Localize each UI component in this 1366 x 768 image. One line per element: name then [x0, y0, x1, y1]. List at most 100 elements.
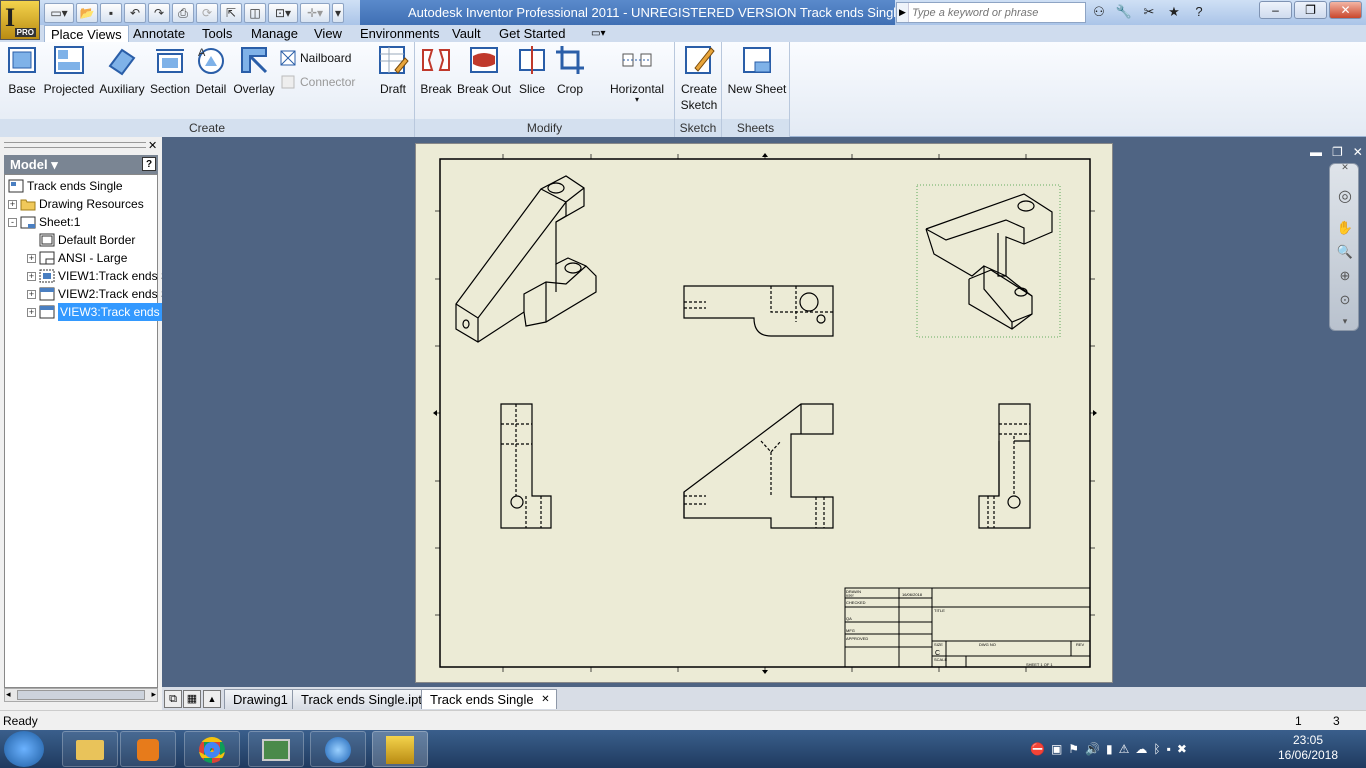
iso-view-3[interactable] [925, 193, 1053, 330]
browser-horizontal-scrollbar[interactable]: ◂ ▸ [4, 688, 158, 702]
tab-environments[interactable]: Environments [354, 25, 445, 42]
close-icon[interactable]: ✕ [1329, 1, 1362, 19]
create-sketch-button[interactable]: Create Sketch [677, 44, 721, 113]
panel-sketch-label[interactable]: Sketch [675, 119, 721, 137]
expand-icon[interactable]: + [27, 253, 36, 263]
tree-node-sheet[interactable]: - Sheet:1 [8, 213, 80, 231]
browser-close-icon[interactable]: ✕ [148, 139, 157, 152]
print-icon[interactable]: ⎙ [172, 2, 194, 23]
title-block[interactable] [844, 587, 1091, 668]
help-icon[interactable]: ? [1188, 2, 1210, 22]
view3-selection-box[interactable] [916, 184, 1061, 338]
subscription-icon[interactable]: 🔧 [1113, 2, 1135, 22]
help-search-box[interactable]: ▶ [896, 2, 1086, 23]
tab-tools[interactable]: Tools [196, 25, 238, 42]
search-expand-icon[interactable]: ▶ [897, 3, 909, 22]
collapse-icon[interactable]: - [8, 217, 17, 227]
browser-grip[interactable] [4, 142, 146, 148]
draft-view-button[interactable]: Draft [374, 44, 412, 97]
undo-icon[interactable]: ↶ [124, 2, 146, 23]
zoom-window-icon[interactable]: ⊕ [1334, 268, 1356, 288]
tray-signal-icon[interactable]: ▮ [1106, 742, 1113, 756]
doc-tab-drawing1[interactable]: Drawing1 [224, 689, 297, 709]
favorites-star-icon[interactable]: ★ [1163, 2, 1185, 22]
tree-node-root[interactable]: Track ends Single [8, 177, 123, 195]
chrome-taskbar-icon[interactable] [184, 731, 240, 767]
tile-windows-icon[interactable]: ⧉ [164, 690, 182, 708]
new-file-icon[interactable]: ▭▾ [44, 2, 74, 23]
doc-tab-track-ends-drawing[interactable]: Track ends Single ✕ [421, 689, 557, 709]
project-icon[interactable]: ◫ [244, 2, 266, 23]
tree-node-title-block[interactable]: + ANSI - Large [27, 249, 127, 267]
tray-network-icon[interactable]: ⚠ [1119, 742, 1130, 756]
doc-minimize-icon[interactable]: ▬ [1310, 145, 1322, 159]
navbar-close-icon[interactable]: ✕ [1334, 162, 1356, 182]
panel-modify-label[interactable]: Modify [415, 119, 674, 137]
auxiliary-view-button[interactable]: Auxiliary [98, 44, 146, 97]
panel-sheets-label[interactable]: Sheets [722, 119, 789, 137]
horizontal-dropdown-icon[interactable]: ▾ [604, 96, 670, 104]
navbar-menu-icon[interactable]: ▾ [1334, 316, 1356, 336]
explorer-taskbar-icon[interactable] [62, 731, 118, 767]
tray-bluetooth-icon[interactable]: ᛒ [1153, 742, 1160, 756]
select-icon[interactable]: ✛▾ [300, 2, 330, 23]
minimize-icon[interactable]: – [1259, 1, 1292, 19]
tree-node-view2[interactable]: + VIEW2:Track ends S [27, 285, 169, 303]
ribbon-options-icon[interactable]: ▭▾ [585, 25, 611, 42]
tray-monitor-icon[interactable]: ▣ [1051, 742, 1062, 756]
ie-taskbar-icon[interactable] [310, 731, 366, 767]
scroll-left-icon[interactable]: ◂ [6, 689, 11, 700]
maximize-icon[interactable]: ❐ [1294, 1, 1327, 19]
save-icon[interactable]: ▪ [100, 2, 122, 23]
expand-icon[interactable]: + [27, 307, 36, 317]
tree-node-drawing-resources[interactable]: + Drawing Resources [8, 195, 144, 213]
browser-dropdown-icon[interactable]: ▾ [51, 157, 58, 172]
tab-vault[interactable]: Vault [446, 25, 487, 42]
tray-volume-icon[interactable]: 🔊 [1085, 742, 1100, 756]
browser-help-icon[interactable]: ? [142, 157, 156, 171]
doc-tab-close-icon[interactable]: ✕ [541, 690, 549, 710]
taskbar-clock[interactable]: 23:05 16/06/2018 [1270, 733, 1346, 763]
slice-button[interactable]: Slice [514, 44, 550, 97]
pan-icon[interactable]: ✋ [1334, 220, 1356, 240]
expand-icon[interactable]: + [8, 199, 17, 209]
projected-view-button[interactable]: Projected [42, 44, 96, 97]
application-menu-button[interactable]: I PRO [0, 0, 40, 40]
scroll-thumb[interactable] [17, 690, 145, 700]
tree-node-view3[interactable]: + VIEW3:Track ends S [27, 303, 173, 321]
tray-app-icon[interactable]: ▪ [1167, 742, 1171, 756]
doc-restore-icon[interactable]: ❐ [1332, 145, 1343, 159]
update-icon[interactable]: ⟳ [196, 2, 218, 23]
tab-annotate[interactable]: Annotate [127, 25, 191, 42]
tray-disconnected-icon[interactable]: ✖ [1177, 742, 1187, 756]
tree-node-view1[interactable]: + VIEW1:Track ends S [27, 267, 169, 285]
redo-icon[interactable]: ↷ [148, 2, 170, 23]
tree-node-default-border[interactable]: Default Border [39, 231, 135, 249]
front-view[interactable] [683, 285, 834, 337]
tab-place-views[interactable]: Place Views [44, 25, 129, 42]
qat-more-icon[interactable]: ▾ [332, 2, 344, 23]
binoculars-icon[interactable]: ⚇ [1088, 2, 1110, 22]
break-button[interactable]: Break [418, 44, 454, 97]
tray-security-icon[interactable]: ⛔ [1030, 742, 1045, 756]
left-view[interactable] [500, 403, 552, 529]
iso-view-1[interactable] [455, 175, 597, 343]
communication-icon[interactable]: ✂ [1138, 2, 1160, 22]
tray-flag-icon[interactable]: ⚑ [1068, 742, 1079, 756]
right-view[interactable] [978, 403, 1031, 529]
tray-cloud-icon[interactable]: ☁ [1135, 742, 1147, 756]
tab-view[interactable]: View [308, 25, 348, 42]
return-icon[interactable]: ⇱ [220, 2, 242, 23]
side-view[interactable] [683, 403, 834, 529]
crop-button[interactable]: Crop [552, 44, 588, 97]
zoom-icon[interactable]: 🔍 [1334, 244, 1356, 264]
steering-wheel-icon[interactable]: ◎ [1334, 186, 1356, 206]
media-player-taskbar-icon[interactable] [120, 731, 176, 767]
nailboard-button[interactable]: Nailboard [280, 50, 351, 66]
doc-tab-track-ends-ipt[interactable]: Track ends Single.ipt [292, 689, 431, 709]
open-file-icon[interactable]: 📂 [76, 2, 98, 23]
start-button-icon[interactable] [4, 731, 44, 767]
detail-view-button[interactable]: A Detail [192, 44, 230, 97]
expand-icon[interactable]: + [27, 289, 36, 299]
overlay-view-button[interactable]: Overlay [232, 44, 276, 97]
